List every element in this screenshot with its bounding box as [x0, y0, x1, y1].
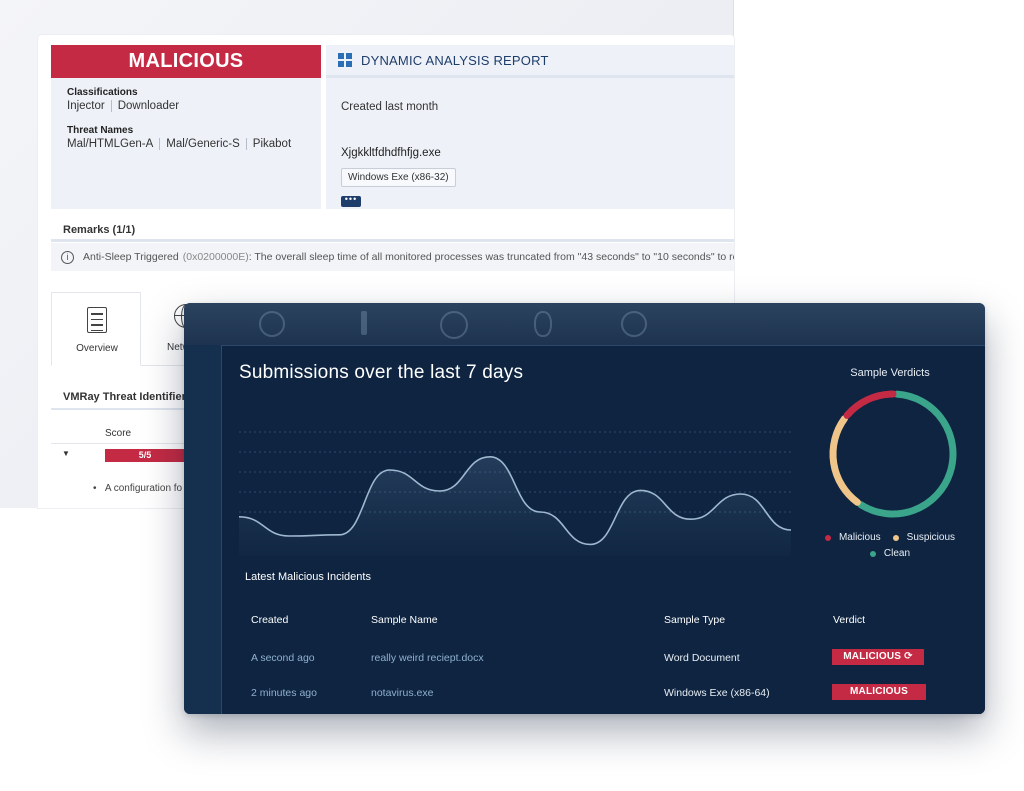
screenshot-stage: MALICIOUS Classifications Injector Downl… [0, 0, 1024, 791]
tab-overview[interactable]: Overview [51, 292, 141, 366]
verdict-banner: MALICIOUS [51, 45, 321, 78]
info-icon: i [61, 250, 74, 264]
remark-label: Anti-Sleep Triggered [83, 251, 179, 263]
column-header-sample-type[interactable]: Sample Type [664, 614, 725, 626]
legend-label: Suspicious [906, 532, 956, 543]
malicious-dot-icon [824, 534, 831, 541]
config-note-text: A configuration fo [104, 483, 183, 494]
verdict-panel: MALICIOUS Classifications Injector Downl… [51, 45, 321, 209]
dashboard-sidebar [184, 345, 221, 714]
created-cell: 2 minutes ago [251, 687, 317, 699]
remark-row: i Anti-Sleep Triggered (0x0200000E) : Th… [51, 243, 734, 271]
suspicious-dot-icon [892, 534, 899, 541]
remark-text: : The overall sleep time of all monitore… [248, 251, 734, 263]
windows-logo-icon [338, 53, 352, 67]
remarks-title: Remarks (1/1) [63, 224, 136, 236]
classification-tag[interactable]: Downloader [118, 100, 185, 112]
report-title: DYNAMIC ANALYSIS REPORT [361, 52, 549, 68]
report-title-bar: DYNAMIC ANALYSIS REPORT [326, 45, 734, 78]
classifications-list: Injector Downloader [67, 100, 191, 112]
incidents-title: Latest Malicious Incidents [245, 571, 371, 583]
more-options-button[interactable]: ••• [341, 195, 361, 207]
target-icon[interactable] [440, 311, 468, 339]
sample-name-cell[interactable]: notavirus.exe [371, 685, 433, 701]
file-type-tag: Windows Exe (x86-32) [341, 168, 456, 187]
chart-title: Submissions over the last 7 days [239, 362, 524, 383]
donut-slice-malicious[interactable] [843, 390, 897, 419]
dashboard-window: Submissions over the last 7 days Sample … [184, 303, 985, 714]
threat-name-tag[interactable]: Mal/HTMLGen-A [67, 138, 161, 150]
legend-label: Malicious [838, 532, 881, 543]
threat-name-tag[interactable]: Pikabot [253, 138, 297, 150]
bug-icon[interactable] [534, 311, 552, 337]
column-header-created[interactable]: Created [251, 614, 288, 626]
threat-names-label: Threat Names [67, 125, 134, 136]
info-bar-icon[interactable] [361, 311, 367, 335]
submissions-line-chart [239, 431, 791, 556]
classification-tag[interactable]: Injector [67, 100, 112, 112]
dashboard-panel: Submissions over the last 7 days Sample … [221, 345, 985, 714]
threat-name-tag[interactable]: Mal/Generic-S [166, 138, 247, 150]
threat-names-list: Mal/HTMLGen-A Mal/Generic-S Pikabot [67, 138, 303, 150]
verdict-badge[interactable]: MALICIOUS [832, 684, 926, 700]
sample-name-cell[interactable]: really weird reciept.docx [371, 650, 484, 666]
table-row[interactable]: 2 minutes ago notavirus.exe Windows Exe … [222, 684, 985, 714]
legend-label: Clean [883, 548, 911, 559]
sample-type-cell: Windows Exe (x86-64) [664, 687, 770, 699]
clean-dot-icon [869, 550, 876, 557]
legend-malicious: Malicious [824, 532, 881, 543]
document-icon [87, 307, 107, 333]
column-header-verdict[interactable]: Verdict [833, 614, 865, 626]
divider [51, 239, 734, 242]
legend-suspicious: Suspicious [892, 532, 956, 543]
donut-slice-clean[interactable] [857, 390, 957, 518]
verdict-badge[interactable]: MALICIOUS ⟳ [832, 649, 924, 665]
link-icon[interactable] [259, 311, 285, 337]
donut-slice-suspicious[interactable] [829, 415, 861, 506]
settings-icon[interactable] [621, 311, 647, 337]
classifications-label: Classifications [67, 87, 138, 98]
verdicts-title: Sample Verdicts [850, 367, 930, 379]
verdicts-donut-chart [829, 390, 957, 518]
score-bar: 5/5 [105, 449, 185, 462]
tab-overview-label: Overview [76, 343, 118, 354]
score-column-header: Score [105, 428, 132, 439]
report-header: DYNAMIC ANALYSIS REPORT Created last mon… [326, 45, 734, 209]
created-cell: A second ago [251, 652, 315, 664]
sample-type-cell: Word Document [664, 652, 740, 664]
verdicts-legend: Malicious Suspicious Clean [812, 532, 968, 564]
table-row[interactable]: A second ago really weird reciept.docx W… [222, 649, 985, 684]
sample-filename: Xjgkkltfdhdfhfjg.exe [341, 147, 441, 159]
created-date: Created last month [341, 101, 439, 113]
column-header-sample-name[interactable]: Sample Name [371, 614, 438, 626]
threat-identifier-title: VMRay Threat Identifier [63, 391, 186, 403]
expand-caret-icon[interactable]: ▼ [62, 449, 70, 458]
remark-code: (0x0200000E) [182, 251, 249, 263]
config-note: • A configuration fo [93, 483, 183, 494]
dashboard-toolbar [184, 303, 985, 345]
legend-clean: Clean [869, 548, 911, 559]
